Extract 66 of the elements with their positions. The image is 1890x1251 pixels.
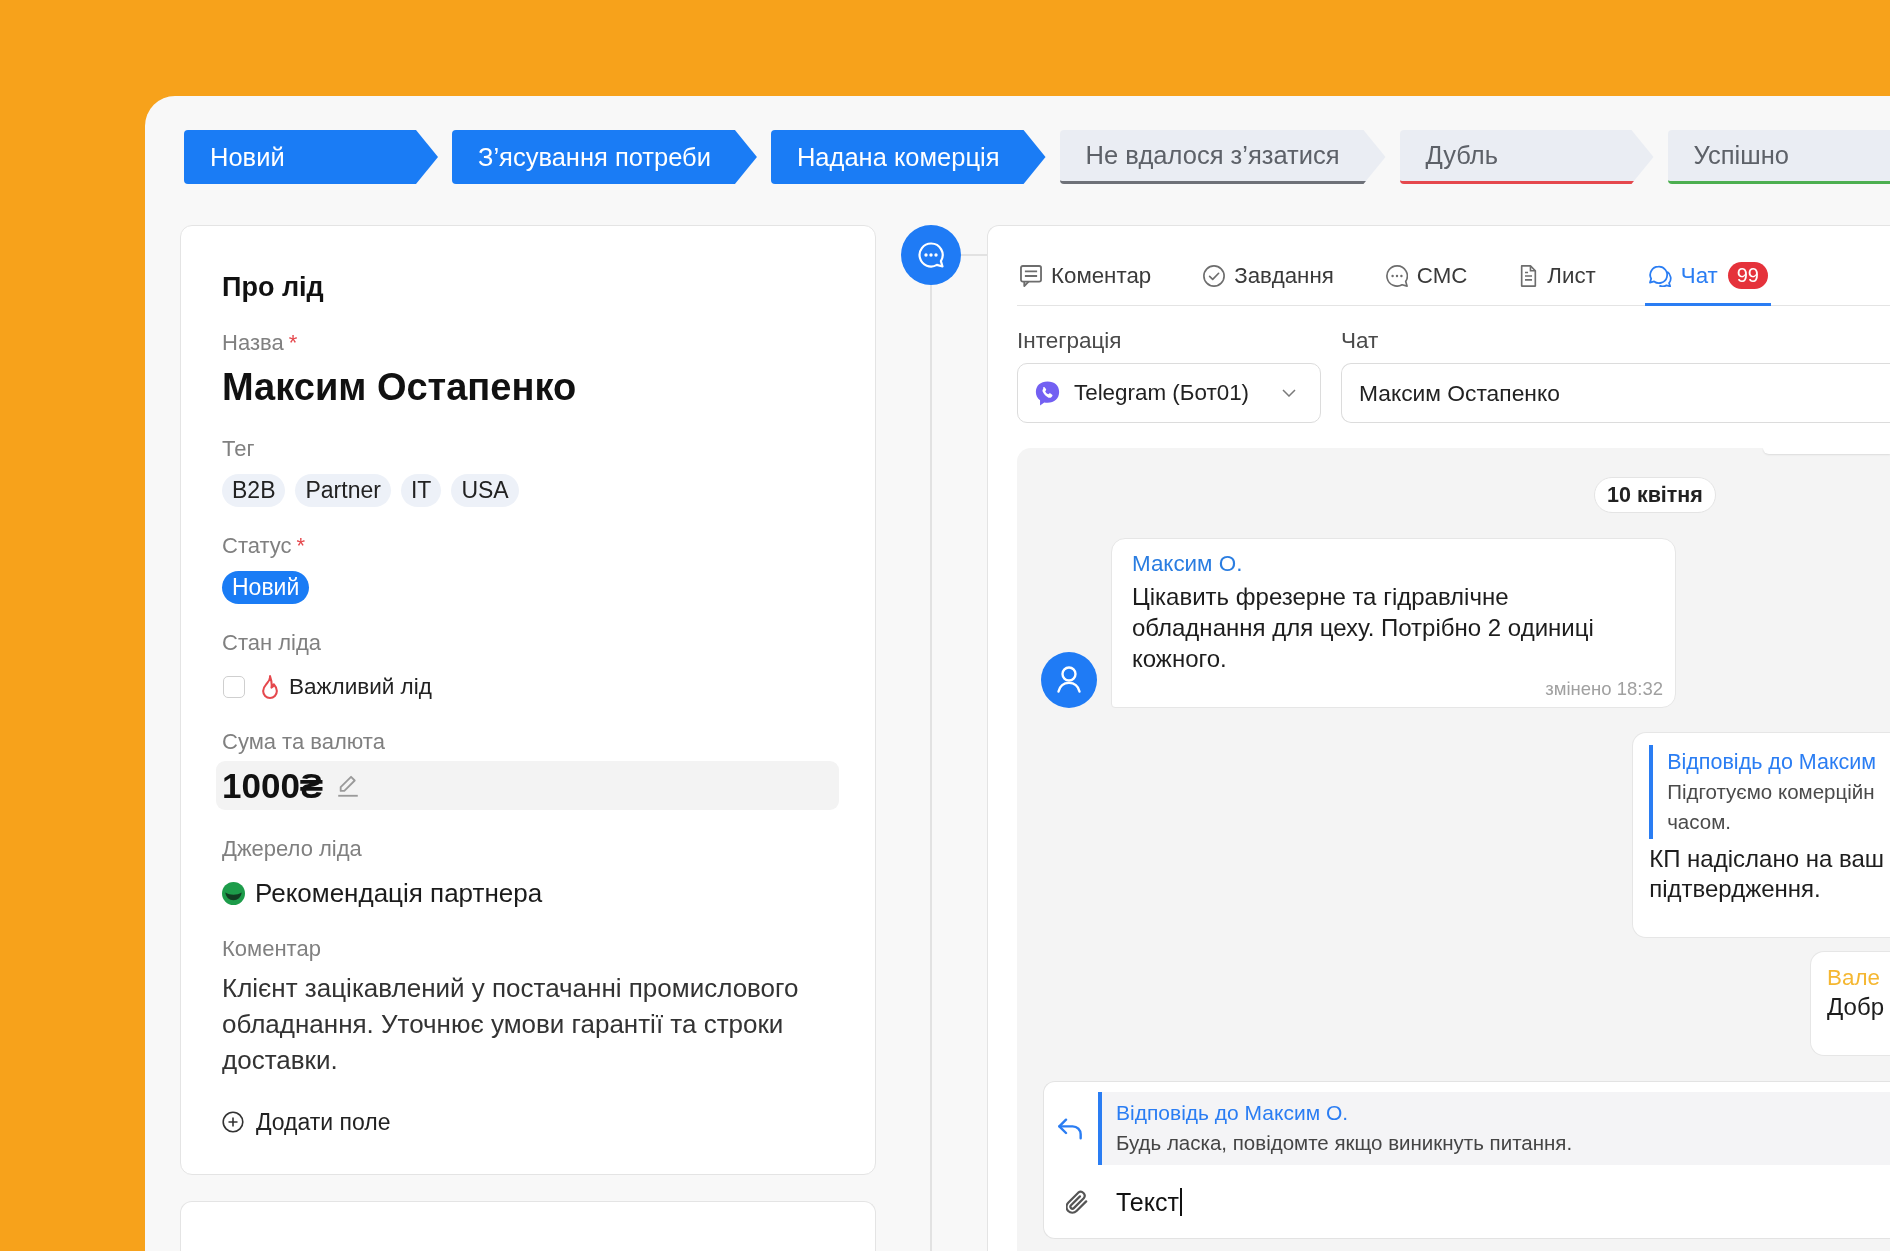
- tag[interactable]: Partner: [295, 474, 391, 507]
- flame-icon: [260, 675, 280, 699]
- chevron-down-icon: [1282, 389, 1296, 397]
- quote-title: Відповідь до Максим: [1667, 749, 1878, 776]
- field-label: Інтеграція: [1017, 327, 1123, 355]
- sender-name: Вале: [1827, 964, 1881, 992]
- pencil-icon[interactable]: [337, 774, 360, 797]
- reply-arrow-icon[interactable]: [1058, 1117, 1082, 1140]
- field-label: Джерело ліда: [222, 835, 362, 863]
- lead-name: Максим Остапенко: [222, 365, 578, 410]
- message-time: змінено 18:32: [1544, 678, 1663, 700]
- reply-text: Будь ласка, повідомте якщо виникнуть питання.: [1116, 1130, 1574, 1156]
- speech-bubble-icon: [1385, 264, 1408, 287]
- add-field-button[interactable]: Додати поле: [222, 1106, 391, 1138]
- field-label: Статус: [222, 532, 292, 560]
- smiley-icon: [222, 881, 245, 905]
- unread-badge: 99: [1727, 262, 1768, 289]
- required-mark: *: [296, 532, 306, 560]
- field-label: Коментар: [222, 935, 321, 963]
- check-circle-icon: [1203, 264, 1226, 287]
- tag[interactable]: IT: [400, 474, 442, 507]
- source-value: Рекомендація партнера: [255, 877, 543, 909]
- message-text: Цікавить фрезерне та гідравлічне обладнання для цеху. Потрібно 2 одиниці кожного.: [1132, 582, 1595, 674]
- amount-field[interactable]: 1000₴: [216, 761, 839, 810]
- pipeline-stage[interactable]: Дубль: [1399, 130, 1654, 184]
- checkbox[interactable]: [223, 676, 245, 698]
- message-text: КП надіслано на ваш підтвердження.: [1649, 844, 1884, 904]
- sender-name: Максим О.: [1132, 550, 1244, 578]
- status-tag[interactable]: Новий: [222, 571, 310, 604]
- required-mark: *: [288, 329, 298, 357]
- field-label: Чат: [1341, 327, 1380, 355]
- field-label: Стан ліда: [222, 629, 321, 657]
- text-cursor-icon: [1179, 1188, 1182, 1216]
- plus-circle-icon: [222, 1111, 244, 1133]
- phone-chat-icon: [1035, 380, 1060, 406]
- chat-bubbles-icon: [1647, 264, 1672, 287]
- chat-field[interactable]: Максим Остапенко: [1341, 363, 1890, 423]
- tab[interactable]: Завдання: [1200, 248, 1337, 306]
- pipeline-stage[interactable]: Новий: [184, 130, 438, 184]
- tab[interactable]: Чат 99: [1644, 248, 1771, 306]
- document-icon: [1519, 264, 1539, 287]
- chat-icon: [901, 225, 961, 285]
- date-separator: 10 квітня: [1594, 477, 1716, 513]
- message-text: Добр: [1827, 992, 1884, 1022]
- tab[interactable]: Лист: [1516, 248, 1599, 306]
- tag[interactable]: USA: [451, 474, 519, 507]
- field-label: Сума та валюта: [222, 728, 385, 756]
- user-avatar-icon: [1041, 652, 1097, 708]
- tab[interactable]: СМС: [1382, 248, 1471, 306]
- tab[interactable]: Коментар: [1017, 248, 1155, 306]
- quote-text: Підготуємо комерційн часом.: [1667, 779, 1876, 835]
- integration-select[interactable]: Telegram (Бот01): [1017, 363, 1321, 423]
- field-label: Тег: [222, 435, 255, 463]
- reply-title: Відповідь до Максим О.: [1116, 1100, 1350, 1126]
- comment-text: Клієнт зацікавлений у постачанні промислового обладнання. Уточнює умови гарантії та строки доставки.: [222, 972, 800, 1077]
- tag[interactable]: B2B: [222, 474, 286, 507]
- message-icon: [1020, 264, 1042, 287]
- pipeline-stage[interactable]: З’ясування потреби: [452, 130, 757, 184]
- checkbox-label: Важливий лід: [289, 674, 432, 700]
- pipeline-stage[interactable]: Надана комерція: [770, 130, 1046, 184]
- paperclip-icon[interactable]: [1066, 1190, 1088, 1214]
- message-input[interactable]: Текст: [1116, 1182, 1890, 1222]
- field-label: Назва: [222, 329, 284, 357]
- pipeline-stage[interactable]: Успішно: [1667, 130, 1890, 184]
- card-title: Про лід: [222, 271, 325, 304]
- pipeline-stage[interactable]: Не вдалося з’язатися: [1059, 130, 1386, 184]
